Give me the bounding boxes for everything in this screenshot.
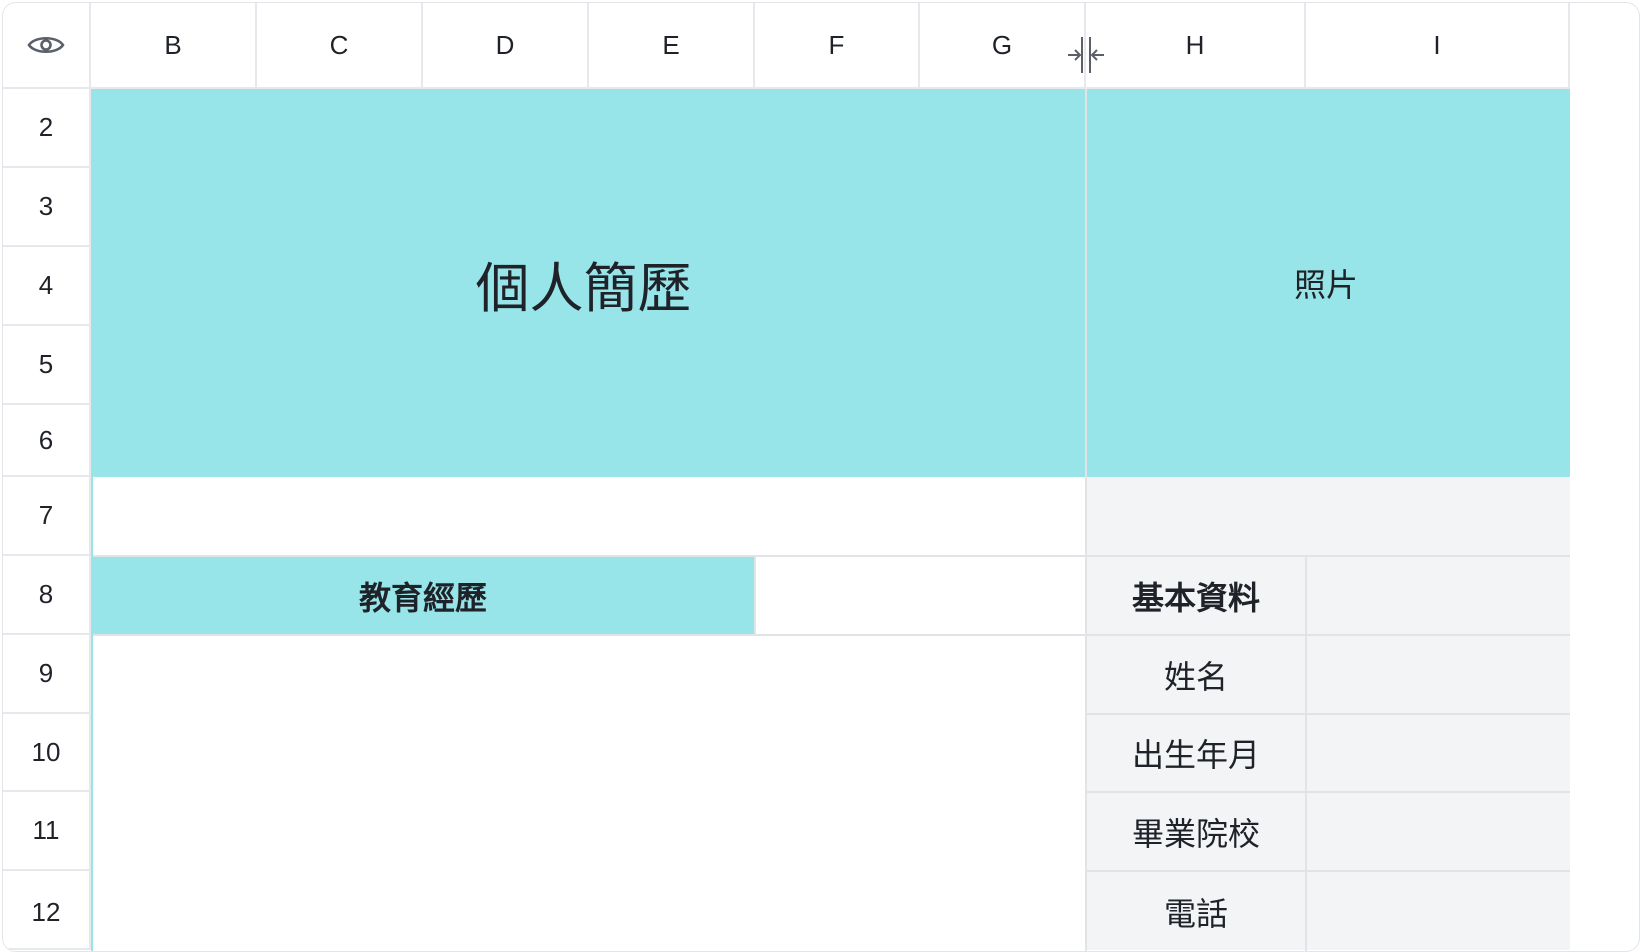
row-header-7[interactable]: 7 xyxy=(3,477,91,556)
divider xyxy=(1085,89,1087,951)
row-header-10[interactable]: 10 xyxy=(3,714,91,792)
name-label-cell[interactable]: 姓名 xyxy=(1086,635,1306,714)
column-header-c[interactable]: C xyxy=(257,3,423,89)
divider xyxy=(1086,791,1570,793)
title-text: 個人簡歷 xyxy=(475,258,692,319)
column-header-e[interactable]: E xyxy=(589,3,755,89)
photo-label: 照片 xyxy=(1293,267,1358,303)
selection-edge xyxy=(91,477,93,951)
divider xyxy=(91,555,1086,557)
school-value-cell[interactable] xyxy=(1306,792,1570,871)
name-label: 姓名 xyxy=(1163,658,1228,695)
row-header-5[interactable]: 5 xyxy=(3,326,91,405)
divider xyxy=(1305,556,1307,951)
row-header-3[interactable]: 3 xyxy=(3,168,91,247)
row-header-4[interactable]: 4 xyxy=(3,247,91,326)
divider xyxy=(1086,555,1570,557)
birth-value-cell[interactable] xyxy=(1306,714,1570,792)
row-header-11[interactable]: 11 xyxy=(3,792,91,871)
column-header-h[interactable]: H xyxy=(1086,3,1306,89)
row-header-12[interactable]: 12 xyxy=(3,871,91,950)
title-cell[interactable]: 個人簡歷 xyxy=(91,89,1086,477)
basic-info-cell[interactable]: 基本資料 xyxy=(1086,556,1306,635)
divider xyxy=(1086,713,1570,715)
basic-info-text: 基本資料 xyxy=(1131,579,1260,616)
phone-value-cell[interactable] xyxy=(1306,871,1570,950)
cell-i8[interactable] xyxy=(1306,556,1570,635)
column-header-g[interactable]: G xyxy=(920,3,1086,89)
cell-b7-g7[interactable] xyxy=(91,477,1086,556)
phone-label: 電話 xyxy=(1163,896,1228,932)
divider xyxy=(91,634,1086,636)
school-label-cell[interactable]: 畢業院校 xyxy=(1086,792,1306,871)
column-header-f[interactable]: F xyxy=(755,3,920,89)
cell-f8-g8[interactable] xyxy=(755,556,1086,635)
corner-cell[interactable] xyxy=(3,3,91,89)
education-header-text: 教育經歷 xyxy=(358,579,487,616)
row-header-2[interactable]: 2 xyxy=(3,89,91,168)
divider xyxy=(1086,634,1570,636)
cell-h7-i7[interactable] xyxy=(1086,477,1570,556)
photo-cell[interactable]: 照片 xyxy=(1086,89,1570,477)
school-label: 畢業院校 xyxy=(1131,815,1260,852)
column-header-i[interactable]: I xyxy=(1306,3,1570,89)
row-header-6[interactable]: 6 xyxy=(3,405,91,477)
education-header-cell[interactable]: 教育經歷 xyxy=(91,556,755,635)
divider xyxy=(754,556,756,635)
column-resize-icon[interactable] xyxy=(1066,35,1106,75)
spreadsheet: B C D E F G H I 2 3 4 5 6 7 8 9 10 11 12… xyxy=(2,2,1640,952)
column-header-b[interactable]: B xyxy=(91,3,257,89)
birth-label: 出生年月 xyxy=(1131,737,1260,773)
name-value-cell[interactable] xyxy=(1306,635,1570,714)
column-header-d[interactable]: D xyxy=(423,3,589,89)
eye-icon[interactable] xyxy=(27,33,65,57)
row-header-9[interactable]: 9 xyxy=(3,635,91,714)
phone-label-cell[interactable]: 電話 xyxy=(1086,871,1306,950)
row-header-8[interactable]: 8 xyxy=(3,556,91,635)
birth-label-cell[interactable]: 出生年月 xyxy=(1086,714,1306,792)
education-body-cell[interactable] xyxy=(91,635,1086,951)
divider xyxy=(1086,870,1570,872)
